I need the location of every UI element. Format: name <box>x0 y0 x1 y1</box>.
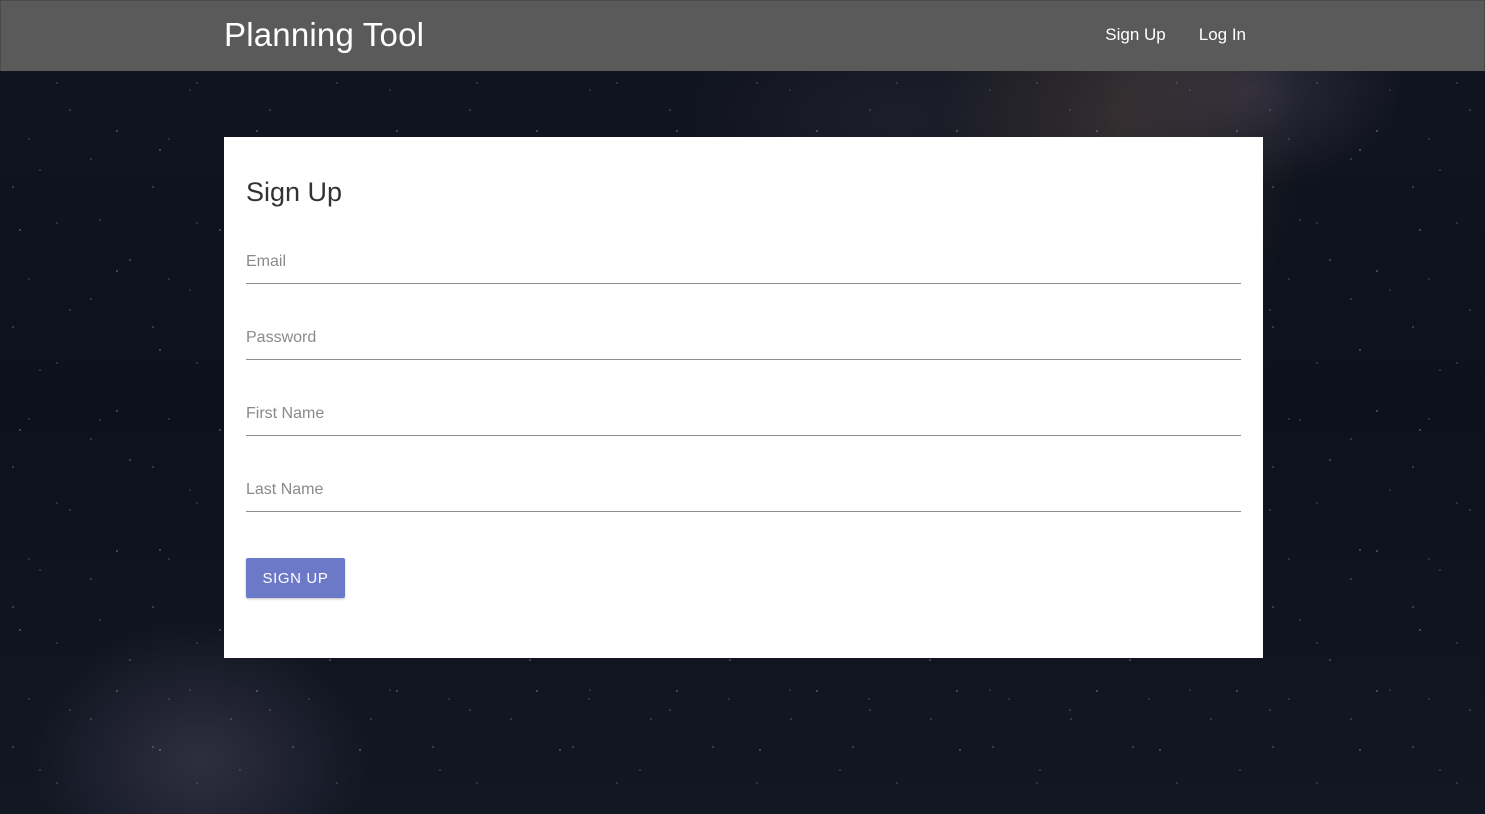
sign-up-button[interactable]: SIGN UP <box>246 558 345 598</box>
brand-title[interactable]: Planning Tool <box>224 16 424 54</box>
sign-up-card: Sign Up SIGN UP <box>224 137 1263 658</box>
password-field[interactable] <box>246 319 1241 357</box>
nav-link-log-in[interactable]: Log In <box>1199 25 1246 45</box>
last-name-field-wrapper <box>246 471 1241 512</box>
form-title: Sign Up <box>246 177 343 207</box>
first-name-field[interactable] <box>246 395 1241 433</box>
nav-links: Sign Up Log In <box>1105 25 1246 45</box>
last-name-field[interactable] <box>246 471 1241 509</box>
email-field-wrapper <box>246 243 1241 284</box>
nav-link-sign-up[interactable]: Sign Up <box>1105 25 1165 45</box>
email-field[interactable] <box>246 243 1241 281</box>
navbar: Planning Tool Sign Up Log In <box>0 0 1485 71</box>
password-field-wrapper <box>246 319 1241 360</box>
first-name-field-wrapper <box>246 395 1241 436</box>
